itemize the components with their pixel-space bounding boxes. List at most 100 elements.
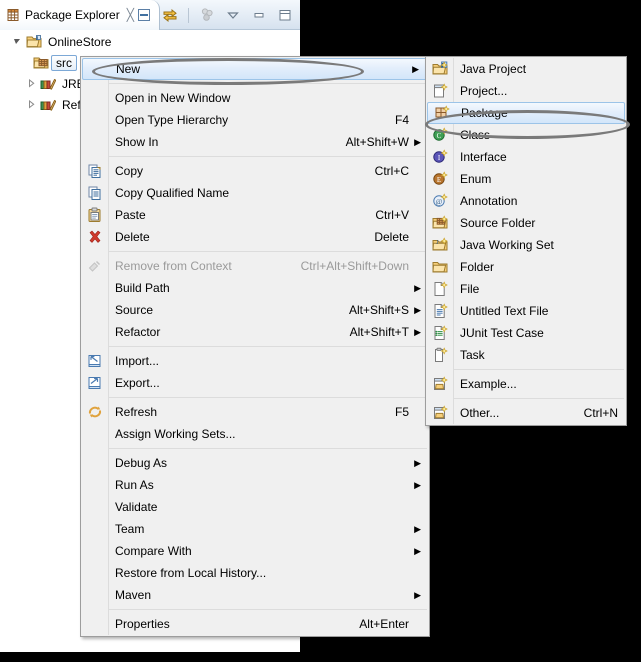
menu-item-copy[interactable]: CopyCtrl+C▶ — [81, 160, 429, 182]
library-icon — [39, 97, 57, 112]
enum-icon: E — [430, 171, 450, 187]
context-menu[interactable]: New▶Open in New Window▶Open Type Hierarc… — [80, 56, 430, 637]
menu-separator — [109, 346, 427, 347]
menu-item-label: Export... — [115, 376, 160, 390]
link-with-editor-icon[interactable] — [159, 5, 181, 26]
menu-item-maven[interactable]: Maven ▶ — [81, 584, 429, 606]
menu-item-interface[interactable]: I Interface — [426, 146, 626, 168]
menu-item-show-in[interactable]: Show In Alt+Shift+W ▶ — [81, 131, 429, 153]
menu-item-assign-working-sets[interactable]: Assign Working Sets...▶ — [81, 423, 429, 445]
menu-item-shortcut: Alt+Shift+S — [348, 303, 409, 317]
menu-separator — [109, 83, 427, 84]
chevron-down-icon[interactable] — [222, 5, 244, 26]
menu-item-import[interactable]: Import...▶ — [81, 350, 429, 372]
menu-item-source[interactable]: Source Alt+Shift+S ▶ — [81, 299, 429, 321]
menu-item-source-folder[interactable]: Source Folder — [426, 212, 626, 234]
copy-icon — [85, 163, 105, 179]
menu-item-label: File — [460, 282, 480, 296]
project-icon — [430, 83, 450, 99]
menu-item-project[interactable]: Project... — [426, 80, 626, 102]
menu-item-label: Debug As — [115, 456, 168, 470]
menu-item-shortcut: Ctrl+Alt+Shift+Down — [300, 259, 409, 273]
menu-item-task[interactable]: Task — [426, 344, 626, 366]
menu-item-other[interactable]: Other... Ctrl+N — [426, 402, 626, 424]
export-icon — [85, 375, 105, 391]
menu-item-open-in-new-window[interactable]: Open in New Window▶ — [81, 87, 429, 109]
menu-item-copy-qualified-name[interactable]: Copy Qualified Name▶ — [81, 182, 429, 204]
menu-item-annotation[interactable]: @ Annotation — [426, 190, 626, 212]
menu-item-junit-test-case[interactable]: JUnit Test Case — [426, 322, 626, 344]
menu-item-label: Delete — [115, 230, 150, 244]
import-icon — [85, 353, 105, 369]
menu-item-label: Source — [115, 303, 154, 317]
menu-item-label: Restore from Local History... — [115, 566, 267, 580]
menu-item-paste[interactable]: PasteCtrl+V▶ — [81, 204, 429, 226]
java-working-set-icon: J — [430, 237, 450, 253]
menu-item-label: Run As — [115, 478, 154, 492]
menu-item-label: New — [116, 62, 141, 76]
menu-item-label: Team — [115, 522, 145, 536]
menu-item-file[interactable]: File — [426, 278, 626, 300]
submenu-arrow-icon: ▶ — [414, 523, 421, 534]
menu-item-run-as[interactable]: Run As ▶ — [81, 474, 429, 496]
menu-item-restore-from-local-history[interactable]: Restore from Local History...▶ — [81, 562, 429, 584]
menu-item-refactor[interactable]: Refactor Alt+Shift+T ▶ — [81, 321, 429, 343]
menu-item-shortcut: Alt+Shift+T — [349, 325, 409, 339]
remove-from-context-icon — [85, 258, 105, 274]
menu-separator — [454, 369, 624, 370]
menu-item-enum[interactable]: E Enum — [426, 168, 626, 190]
annotation-icon: @ — [430, 193, 450, 209]
menu-item-label: Properties — [115, 617, 170, 631]
menu-item-folder[interactable]: Folder — [426, 256, 626, 278]
menu-item-package[interactable]: Package — [427, 102, 625, 124]
minimize-icon[interactable] — [248, 5, 270, 26]
menu-separator — [109, 397, 427, 398]
menu-item-export[interactable]: Export...▶ — [81, 372, 429, 394]
svg-text:E: E — [437, 176, 441, 184]
java-project-icon — [25, 34, 43, 49]
interface-icon: I — [430, 149, 450, 165]
menu-item-new[interactable]: New ▶ — [82, 58, 428, 80]
twisty-collapsed-icon[interactable] — [24, 79, 39, 88]
menu-separator — [109, 251, 427, 252]
menu-item-build-path[interactable]: Build Path ▶ — [81, 277, 429, 299]
menu-item-class[interactable]: C Class — [426, 124, 626, 146]
maximize-icon[interactable] — [274, 5, 296, 26]
svg-text:C: C — [437, 132, 442, 140]
menu-item-compare-with[interactable]: Compare With ▶ — [81, 540, 429, 562]
twisty-expanded-icon[interactable] — [10, 37, 25, 46]
menu-item-open-type-hierarchy[interactable]: Open Type HierarchyF4▶ — [81, 109, 429, 131]
menu-item-label: Java Project — [460, 62, 527, 76]
menu-item-label: Package — [461, 106, 508, 120]
delete-icon — [85, 229, 105, 245]
source-folder-icon — [32, 55, 50, 70]
menu-item-label: Example... — [460, 377, 517, 391]
collapse-all-icon[interactable] — [133, 5, 155, 26]
menu-item-label: Validate — [115, 500, 158, 514]
menu-item-delete[interactable]: DeleteDelete▶ — [81, 226, 429, 248]
submenu-arrow-icon: ▶ — [414, 282, 421, 293]
menu-item-properties[interactable]: PropertiesAlt+Enter▶ — [81, 613, 429, 635]
menu-item-label: Assign Working Sets... — [115, 427, 236, 441]
menu-item-validate[interactable]: Validate▶ — [81, 496, 429, 518]
tab-label: Package Explorer — [25, 8, 120, 22]
menu-separator — [109, 448, 427, 449]
menu-item-refresh[interactable]: RefreshF5▶ — [81, 401, 429, 423]
view-menu-icon[interactable] — [196, 5, 218, 26]
library-icon — [39, 76, 57, 91]
menu-item-label: Project... — [460, 84, 508, 98]
menu-item-example[interactable]: Example... — [426, 373, 626, 395]
menu-item-debug-as[interactable]: Debug As ▶ — [81, 452, 429, 474]
tree-item-label: src — [51, 54, 77, 71]
new-submenu[interactable]: Java Project Project... Package C Class I Inte… — [425, 56, 627, 426]
refresh-icon — [85, 404, 105, 420]
menu-item-shortcut: Alt+Shift+W — [345, 135, 409, 149]
twisty-collapsed-icon[interactable] — [24, 100, 39, 109]
menu-item-shortcut: F5 — [394, 405, 409, 419]
file-icon — [430, 281, 450, 297]
tree-item-onlinestore[interactable]: OnlineStore — [0, 31, 300, 52]
menu-item-team[interactable]: Team ▶ — [81, 518, 429, 540]
menu-item-java-working-set[interactable]: J Java Working Set — [426, 234, 626, 256]
menu-item-java-project[interactable]: Java Project — [426, 58, 626, 80]
menu-item-untitled-text-file[interactable]: Untitled Text File — [426, 300, 626, 322]
